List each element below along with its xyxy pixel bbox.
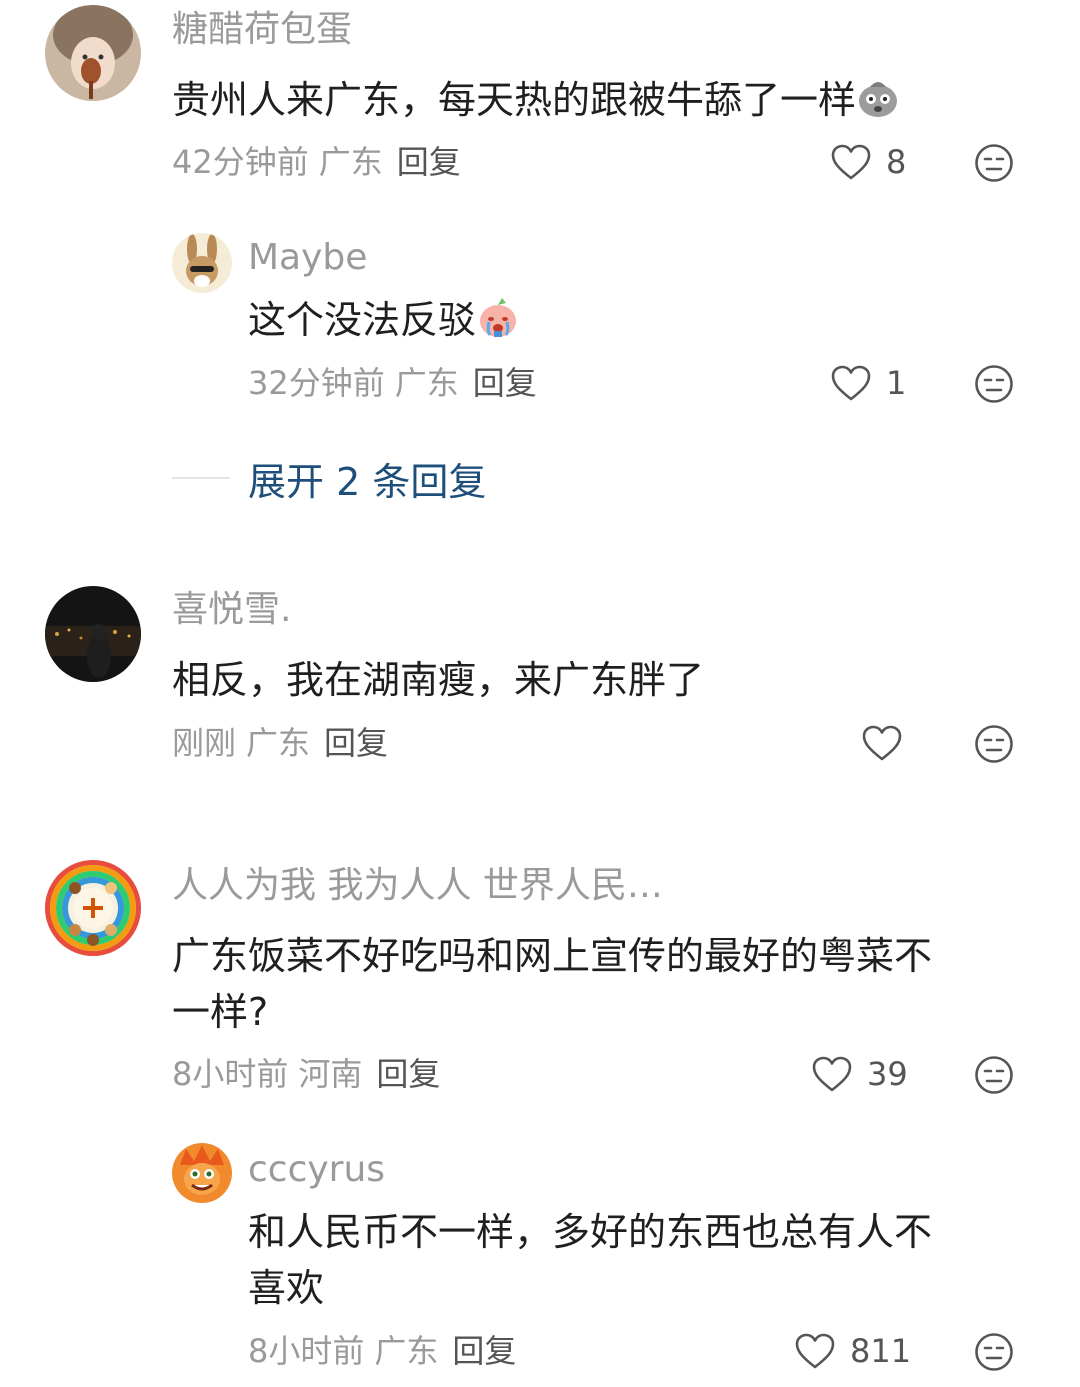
avatar[interactable] (172, 1143, 232, 1203)
reply-item: cccyrus 和人民币不一样，多好的东西也总有人不 喜欢 8小时前 广东 回复 8… (0, 0, 1080, 1387)
comment-meta: 8小时前 广东 回复 (248, 1335, 516, 1367)
comment-time: 8小时前 (248, 1332, 365, 1370)
like-count: 811 (850, 1332, 912, 1370)
like-button[interactable]: 811 (794, 1331, 911, 1371)
comment-region: 广东 (374, 1332, 439, 1370)
heart-outline-icon (795, 1333, 835, 1369)
reply-button[interactable]: 回复 (452, 1332, 516, 1370)
more-button[interactable] (974, 1332, 1014, 1372)
neutral-face-icon (975, 1333, 1013, 1371)
comment-text: 和人民币不一样，多好的东西也总有人不 喜欢 (248, 1210, 933, 1310)
username[interactable]: cccyrus (248, 1152, 385, 1188)
